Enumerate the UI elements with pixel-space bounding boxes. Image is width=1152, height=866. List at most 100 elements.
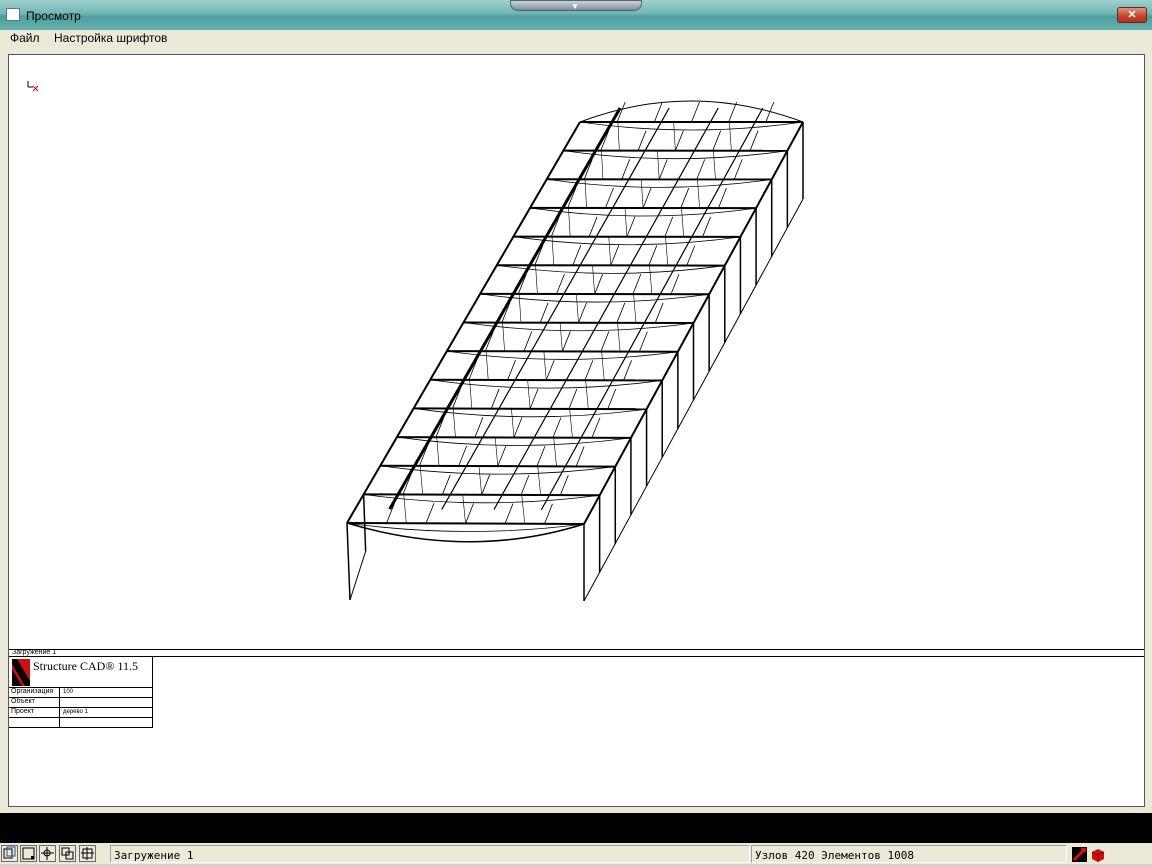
bracing: [576, 294, 578, 323]
web-member: [692, 102, 700, 122]
bracing: [697, 179, 699, 208]
bracing: [554, 438, 557, 467]
title-block-value: дерево 1: [63, 709, 88, 715]
bracing: [495, 437, 498, 466]
frame-arch: [530, 208, 756, 216]
web-member: [498, 446, 506, 466]
close-button[interactable]: ✕: [1117, 7, 1147, 23]
web-member: [734, 159, 742, 179]
web-member: [521, 475, 529, 495]
drawing-stamp: Загружение 1 Structure CAD® 11.5 Организ…: [9, 649, 1146, 809]
web-member: [729, 102, 737, 122]
web-member: [718, 188, 726, 208]
title-block-row: [9, 717, 152, 727]
web-member: [703, 217, 711, 237]
web-member: [442, 475, 450, 495]
web-member: [426, 503, 434, 523]
fragment-icon[interactable]: [59, 845, 76, 862]
title-block-key: Проект: [11, 708, 34, 715]
left-wall-bottom: [350, 551, 366, 600]
bracing: [602, 352, 605, 381]
web-member: [713, 131, 721, 151]
bracing: [538, 466, 541, 495]
left-column: [347, 523, 350, 600]
web-member: [475, 417, 483, 437]
cube-icon[interactable]: [1090, 847, 1106, 862]
scad-logo-icon: [12, 659, 30, 686]
web-member: [546, 360, 554, 380]
bracing: [511, 409, 513, 438]
web-member: [524, 331, 532, 351]
title-block-row: Проект дерево 1: [9, 707, 152, 717]
menu-file[interactable]: Файл: [10, 31, 40, 45]
web-member: [573, 245, 581, 265]
stamp-top-rule: [9, 649, 1144, 650]
window-icon: [6, 8, 20, 21]
scad-status-icon[interactable]: [1072, 847, 1087, 862]
frame-arch: [563, 151, 787, 159]
status-load-case-pane: Загружение 1: [110, 845, 750, 863]
bracing: [609, 237, 611, 266]
title-block-row: Объект: [9, 697, 152, 707]
left-column: [364, 494, 366, 551]
title-block-value: 100: [63, 689, 73, 695]
title-notch[interactable]: ▼: [510, 0, 642, 11]
web-member: [654, 102, 662, 122]
select-element-icon[interactable]: [39, 845, 56, 862]
web-member: [671, 274, 679, 294]
bracing: [593, 265, 595, 294]
title-block-key: Организация: [11, 688, 53, 695]
web-member: [633, 274, 641, 294]
frame-arch: [580, 122, 803, 130]
restore-icon[interactable]: [79, 845, 96, 862]
bracing: [666, 237, 668, 266]
product-name: Structure CAD® 11.5: [33, 659, 138, 674]
web-member: [639, 332, 647, 352]
bracing: [463, 495, 466, 524]
right-wall-bottom: [584, 199, 803, 601]
command-strip: [0, 813, 1152, 843]
web-member: [491, 389, 499, 409]
web-member: [675, 131, 683, 151]
bracing: [544, 351, 546, 380]
web-member: [553, 418, 561, 438]
web-member: [537, 446, 545, 466]
bracing: [522, 495, 525, 524]
title-bar[interactable]: Просмотр ▼ ✕: [0, 0, 1152, 30]
web-member: [579, 303, 587, 323]
web-member: [459, 446, 467, 466]
chevron-down-icon: ▼: [571, 2, 579, 11]
structure-model-view: [9, 55, 1144, 647]
web-member: [595, 274, 603, 294]
web-member: [617, 303, 625, 323]
bracing: [528, 380, 530, 409]
bracing: [650, 265, 652, 294]
web-member: [576, 446, 584, 466]
view-front-icon[interactable]: [1, 845, 18, 862]
title-block: Structure CAD® 11.5 Организация 100 Объе…: [9, 657, 153, 728]
web-member: [560, 475, 568, 495]
status-counts-pane: Узлов 420 Элементов 1008: [751, 845, 1067, 863]
longitudinal-purlin: [494, 108, 718, 510]
web-member: [605, 188, 613, 208]
web-member: [589, 217, 597, 237]
select-node-icon[interactable]: [20, 845, 37, 862]
title-block-divider: [59, 718, 60, 728]
web-member: [638, 131, 646, 151]
window-title: Просмотр: [26, 9, 81, 23]
web-member: [466, 504, 474, 524]
menu-font-settings[interactable]: Настройка шрифтов: [54, 31, 167, 45]
bracing: [560, 323, 562, 352]
bracing: [641, 179, 643, 208]
frame-arch: [547, 179, 772, 187]
status-counts: Узлов 420 Элементов 1008: [755, 849, 914, 862]
bracing: [479, 466, 482, 495]
bracing: [618, 323, 621, 352]
bracing: [713, 151, 715, 180]
longitudinal-purlin: [541, 108, 763, 510]
web-member: [514, 417, 522, 437]
web-member: [608, 389, 616, 409]
web-member: [530, 389, 538, 409]
drawing-canvas[interactable]: Загружение 1 Structure CAD® 11.5 Организ…: [8, 54, 1145, 807]
preview-window: Просмотр ▼ ✕ Файл Настройка шрифтов Загр…: [0, 0, 1152, 864]
